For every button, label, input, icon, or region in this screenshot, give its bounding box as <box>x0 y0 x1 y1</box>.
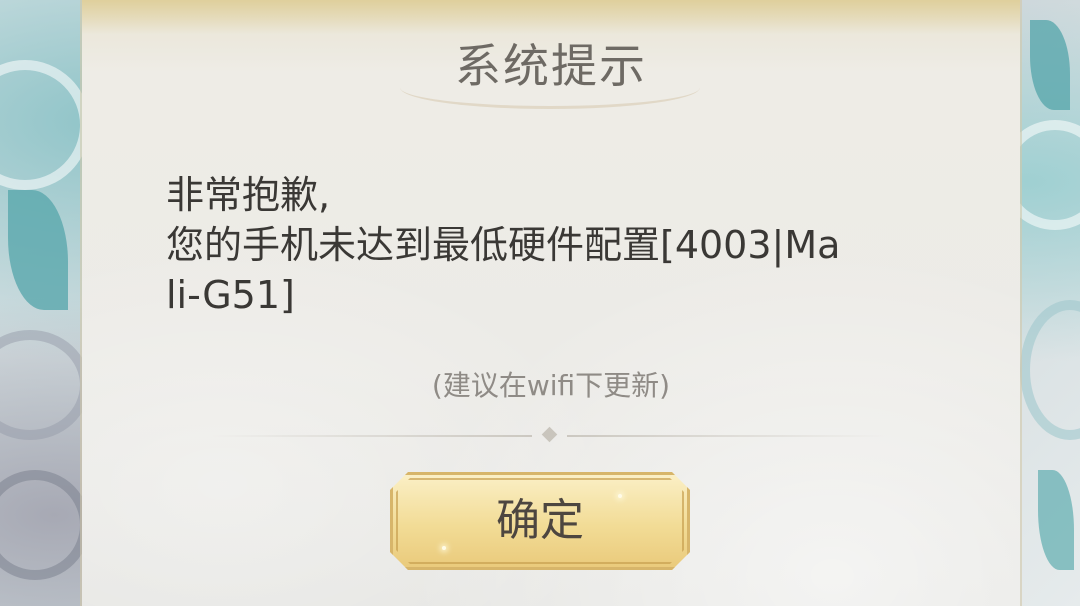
dialog-title: 系统提示 <box>455 39 647 93</box>
confirm-button[interactable]: 确定 <box>390 472 690 570</box>
left-background-artwork <box>0 0 82 606</box>
system-dialog: 系统提示 非常抱歉, 您的手机未达到最低硬件配置[4003|Ma li-G51]… <box>82 0 1020 606</box>
divider-diamond-icon <box>541 426 558 443</box>
message-line: 非常抱歉, <box>166 173 331 217</box>
dialog-message: 非常抱歉, 您的手机未达到最低硬件配置[4003|Ma li-G51] <box>166 170 956 320</box>
right-background-artwork <box>1020 0 1080 606</box>
divider-left <box>212 435 532 437</box>
divider-right <box>567 435 887 437</box>
message-line: li-G51] <box>166 273 295 317</box>
dialog-top-ornament <box>82 0 1020 34</box>
update-hint: (建议在wifi下更新) <box>431 369 671 402</box>
confirm-button-label: 确定 <box>496 495 584 546</box>
message-line: 您的手机未达到最低硬件配置[4003|Ma <box>166 223 841 267</box>
